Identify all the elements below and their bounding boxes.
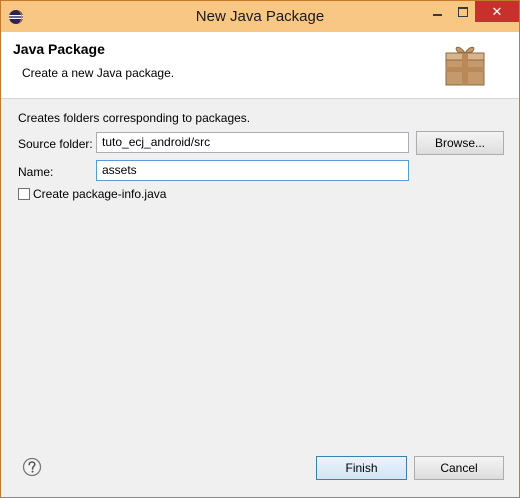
create-package-info-checkbox[interactable] — [18, 188, 30, 200]
close-button[interactable]: ✕ — [475, 1, 519, 22]
minimize-button[interactable] — [424, 1, 450, 22]
maximize-button[interactable] — [450, 1, 476, 22]
page-description: Create a new Java package. — [22, 66, 175, 80]
name-input[interactable]: assets — [96, 160, 409, 181]
new-java-package-dialog: New Java Package ✕ Java Package Create a… — [0, 0, 520, 498]
wizard-banner: Java Package Create a new Java package. — [1, 32, 519, 99]
create-package-info-option[interactable]: Create package-info.java — [18, 187, 166, 201]
info-text: Creates folders corresponding to package… — [18, 111, 251, 125]
title-bar[interactable]: New Java Package ✕ — [1, 1, 519, 32]
maximize-icon — [458, 6, 468, 17]
browse-button-label: Browse... — [434, 136, 485, 150]
create-package-info-label: Create package-info.java — [33, 187, 167, 201]
source-folder-label: Source folder: — [18, 137, 93, 151]
cancel-button-label: Cancel — [440, 461, 478, 475]
page-title: Java Package — [13, 41, 105, 57]
name-label: Name: — [18, 165, 54, 179]
minimize-icon — [432, 13, 442, 16]
finish-button[interactable]: Finish — [316, 456, 407, 480]
source-folder-input[interactable]: tuto_ecj_android/src — [96, 132, 409, 153]
package-box-icon — [445, 46, 485, 86]
browse-button[interactable]: Browse... — [416, 131, 504, 155]
finish-button-label: Finish — [345, 461, 378, 475]
cancel-button[interactable]: Cancel — [414, 456, 504, 480]
close-icon: ✕ — [491, 3, 503, 19]
help-icon[interactable] — [22, 457, 42, 477]
